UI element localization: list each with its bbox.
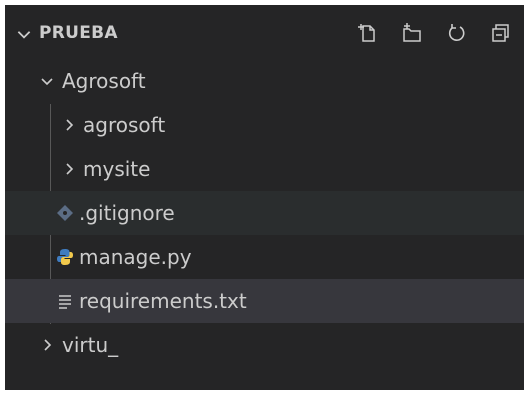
tree-label: manage.py	[79, 245, 192, 269]
tree-label: requirements.txt	[79, 289, 247, 313]
git-icon	[55, 203, 75, 223]
tree-label: mysite	[83, 157, 151, 181]
workspace-title[interactable]: PRUEBA	[39, 21, 118, 45]
text-file-icon	[55, 291, 75, 311]
explorer-toolbar	[354, 19, 514, 47]
new-file-icon[interactable]	[354, 19, 382, 47]
tree-label: Agrosoft	[62, 69, 146, 93]
refresh-icon[interactable]	[442, 19, 470, 47]
tree-file-manage-py[interactable]: manage.py	[5, 235, 524, 279]
tree-label: virtu_	[62, 333, 119, 357]
chevron-right-icon	[37, 335, 57, 355]
python-icon	[55, 247, 75, 267]
tree-file-gitignore[interactable]: .gitignore	[5, 191, 524, 235]
tree-folder-agrosoft-root[interactable]: Agrosoft	[5, 59, 524, 103]
collapse-all-icon[interactable]	[486, 19, 514, 47]
chevron-down-icon	[37, 71, 57, 91]
tree-label: agrosoft	[83, 113, 166, 137]
chevron-right-icon	[59, 159, 79, 179]
tree-folder-mysite[interactable]: mysite	[5, 147, 524, 191]
chevron-down-icon[interactable]	[15, 25, 33, 43]
explorer-panel: PRUEBA Agrosoft agrosoft mysite .gitigno…	[5, 5, 524, 390]
new-folder-icon[interactable]	[398, 19, 426, 47]
explorer-header[interactable]: PRUEBA	[5, 5, 524, 61]
chevron-right-icon	[59, 115, 79, 135]
tree-file-requirements-txt[interactable]: requirements.txt	[5, 279, 524, 323]
tree-folder-agrosoft[interactable]: agrosoft	[5, 103, 524, 147]
tree-folder-virtu[interactable]: virtu_	[5, 323, 524, 367]
tree-label: .gitignore	[79, 201, 175, 225]
